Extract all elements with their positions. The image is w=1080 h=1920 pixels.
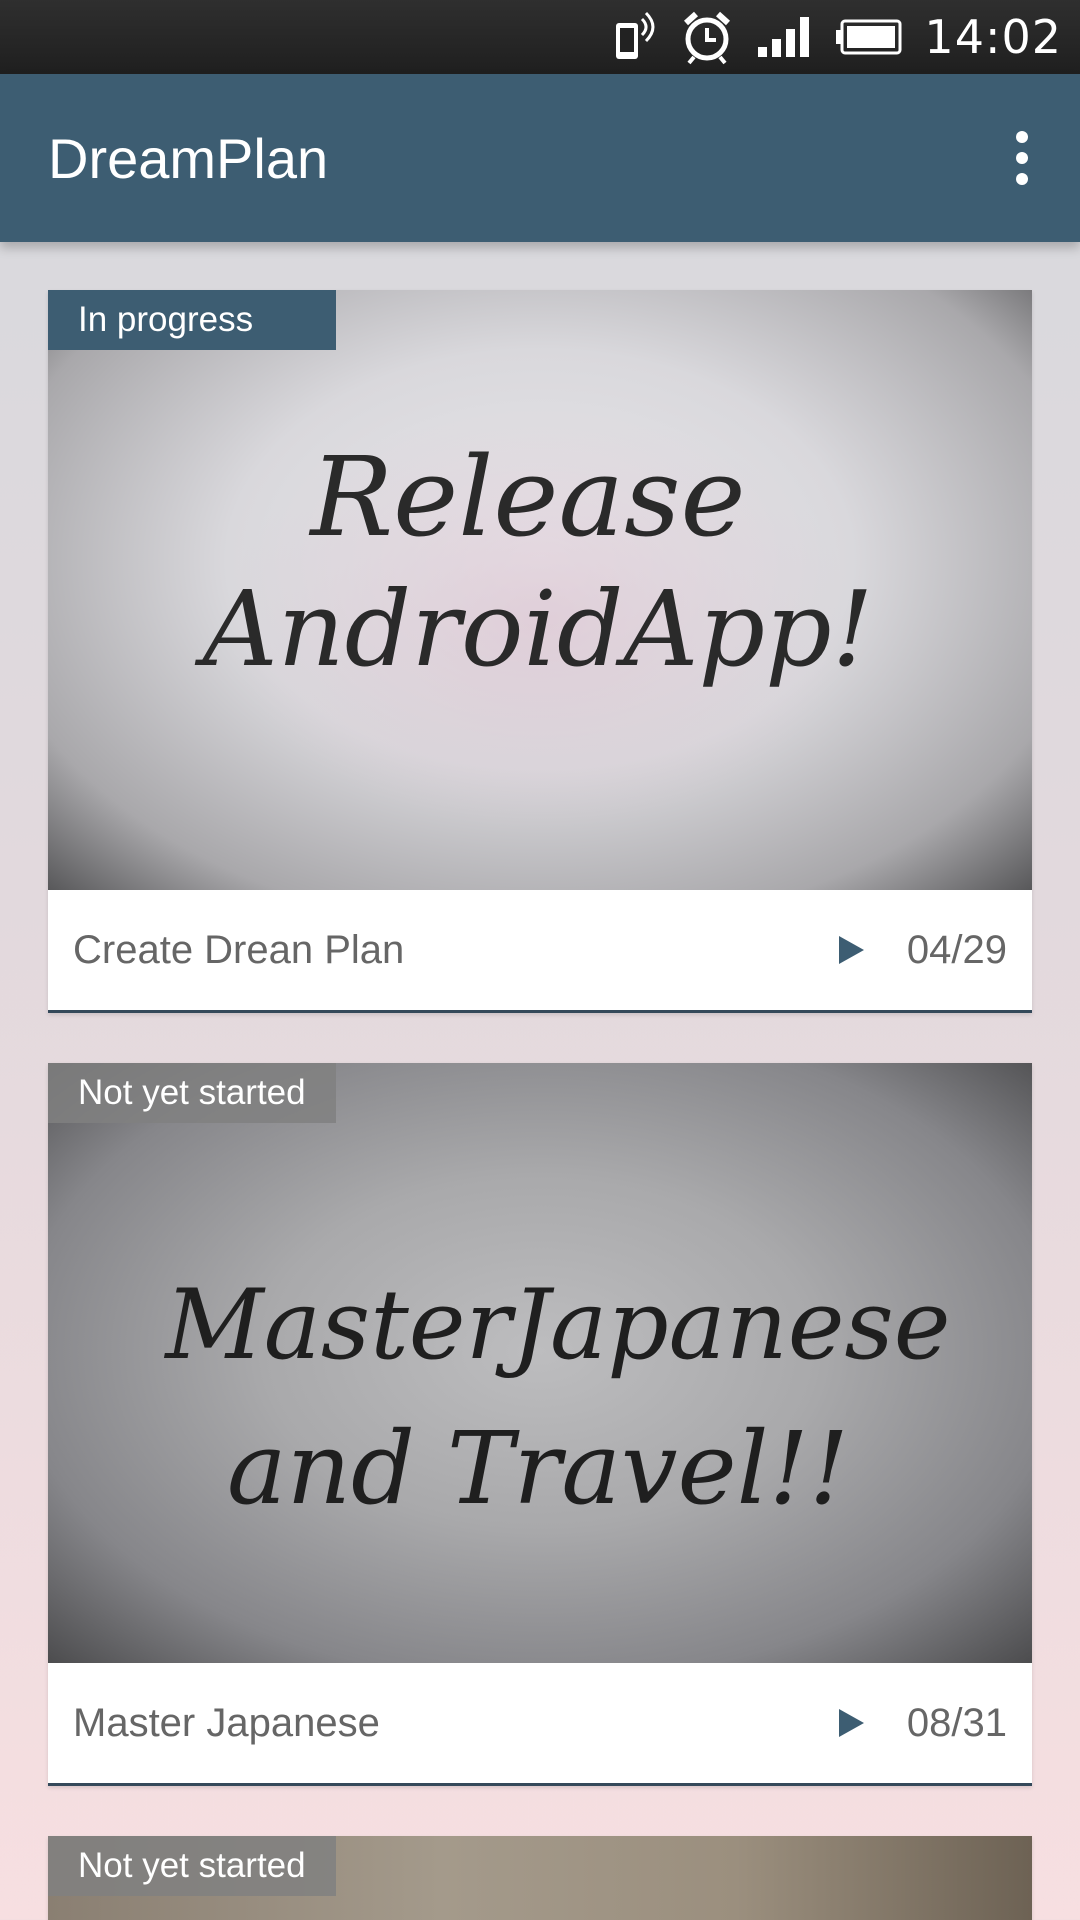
vibrate-icon	[612, 9, 658, 65]
play-icon[interactable]	[833, 933, 867, 967]
overflow-menu-button[interactable]	[994, 118, 1050, 198]
plan-due-date: 08/31	[906, 1700, 1007, 1745]
overflow-menu-icon	[1016, 131, 1028, 143]
status-badge-label: In progress	[78, 300, 254, 339]
plan-card-footer: Master Japanese 08/31	[48, 1663, 1032, 1783]
status-badge-label: Not yet started	[78, 1846, 306, 1885]
plan-photo: MasterJapanese and Travel!! Not yet star…	[48, 1063, 1032, 1663]
play-icon[interactable]	[833, 1706, 867, 1740]
photo-text-line2: AndroidApp!	[195, 568, 874, 690]
clock-time: 14:02	[924, 10, 1062, 64]
status-badge: In progress	[48, 290, 336, 350]
status-badge-label: Not yet started	[78, 1073, 306, 1112]
status-badge: Not yet started	[48, 1836, 336, 1896]
battery-icon	[834, 17, 904, 57]
photo-text-line1: Release	[308, 433, 745, 561]
handwritten-note: MasterJapanese and Travel!!	[163, 1269, 950, 1527]
plan-title: Create Drean Plan	[73, 927, 405, 972]
plan-photo: Not yet started	[48, 1836, 1032, 1920]
overflow-menu-icon-dot	[1016, 152, 1028, 164]
plan-card[interactable]: Not yet started	[48, 1836, 1032, 1920]
app-bar: DreamPlan	[0, 74, 1080, 242]
status-bar: 14:02	[0, 0, 1080, 74]
status-badge: Not yet started	[48, 1063, 336, 1123]
plan-card[interactable]: Release AndroidApp! In progress Create D…	[48, 290, 1032, 1013]
plan-due-date: 04/29	[906, 927, 1007, 972]
overflow-menu-icon-dot	[1016, 173, 1028, 185]
photo-text-line2: and Travel!!	[227, 1410, 849, 1527]
plan-title: Master Japanese	[73, 1700, 380, 1745]
handwritten-note: Release AndroidApp!	[195, 433, 874, 690]
app-title: DreamPlan	[48, 126, 329, 190]
signal-icon	[756, 15, 812, 59]
plan-photo: Release AndroidApp! In progress	[48, 290, 1032, 890]
plan-card[interactable]: MasterJapanese and Travel!! Not yet star…	[48, 1063, 1032, 1786]
plan-card-footer: Create Drean Plan 04/29	[48, 890, 1032, 1010]
alarm-icon	[680, 9, 734, 65]
photo-text-line1: MasterJapanese	[163, 1269, 950, 1381]
